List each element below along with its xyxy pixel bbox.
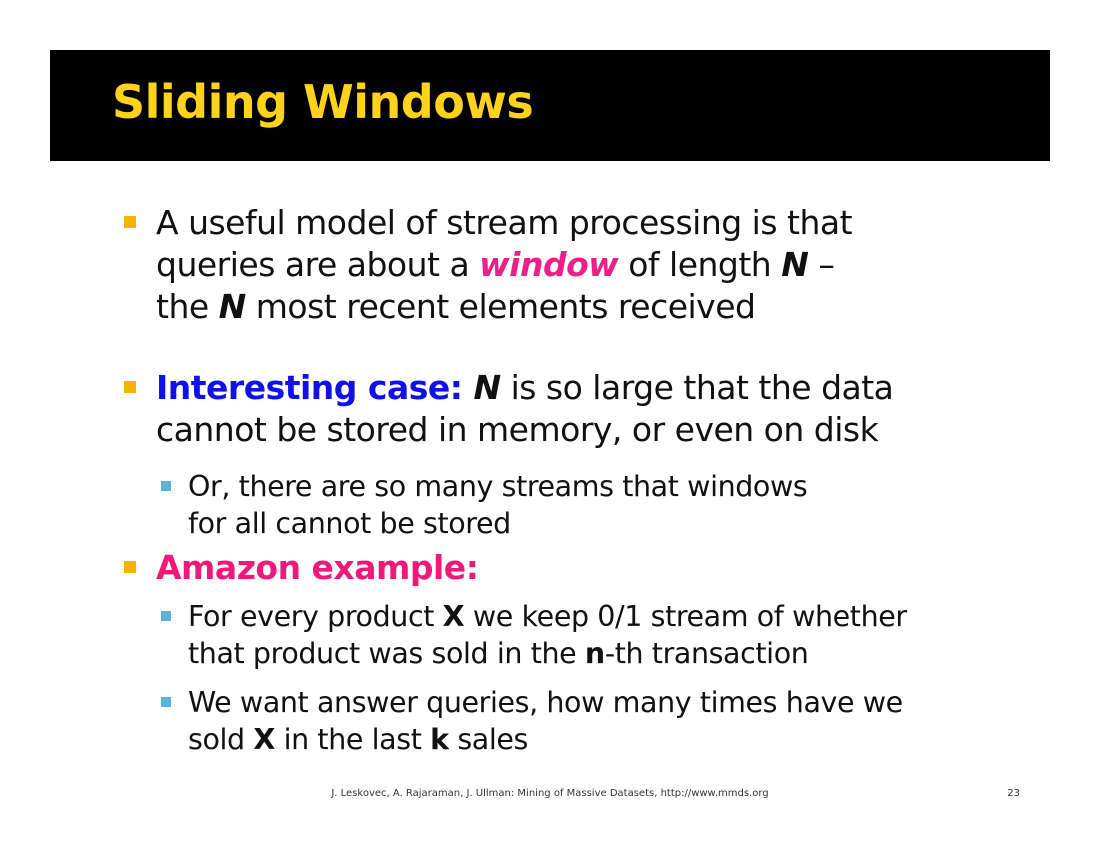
- sub-bullet-marker: [161, 697, 171, 707]
- bullet-1-line-3: the N most recent elements received: [156, 287, 756, 326]
- footer-citation: J. Leskovec, A. Rajaraman, J. Ullman: Mi…: [331, 788, 769, 799]
- bullet-marker: [124, 381, 136, 393]
- interesting-case-label: Interesting case:: [156, 368, 474, 407]
- bullet-1-line-1: A useful model of stream processing is t…: [156, 203, 853, 242]
- bullet-2-line-2: cannot be stored in memory, or even on d…: [156, 410, 879, 449]
- amazon-example-label: Amazon example:: [156, 548, 479, 587]
- bullet-2-line-1: Interesting case: N is so large that the…: [156, 368, 894, 407]
- bullet-2: Interesting case: N is so large that the…: [156, 367, 956, 451]
- sub-bullet-marker: [161, 481, 171, 491]
- slide-title: Sliding Windows: [112, 75, 534, 129]
- window-term: window: [479, 245, 619, 284]
- sub-bullet-marker: [161, 611, 171, 621]
- bullet-marker: [124, 561, 136, 573]
- bullet-1: A useful model of stream processing is t…: [156, 202, 956, 328]
- bullet-marker: [124, 216, 136, 228]
- bullet-3-sub-1: For every product X we keep 0/1 stream o…: [188, 600, 907, 670]
- bullet-3-sub-2: We want answer queries, how many times h…: [188, 686, 903, 756]
- page-number: 23: [1007, 788, 1020, 799]
- title-bar: Sliding Windows: [50, 50, 1050, 161]
- bullet-3: Amazon example:: [156, 547, 956, 589]
- bullet-1-line-2: queries are about a window of length N –: [156, 245, 835, 284]
- bullet-2-sub-1: Or, there are so many streams that windo…: [188, 470, 808, 540]
